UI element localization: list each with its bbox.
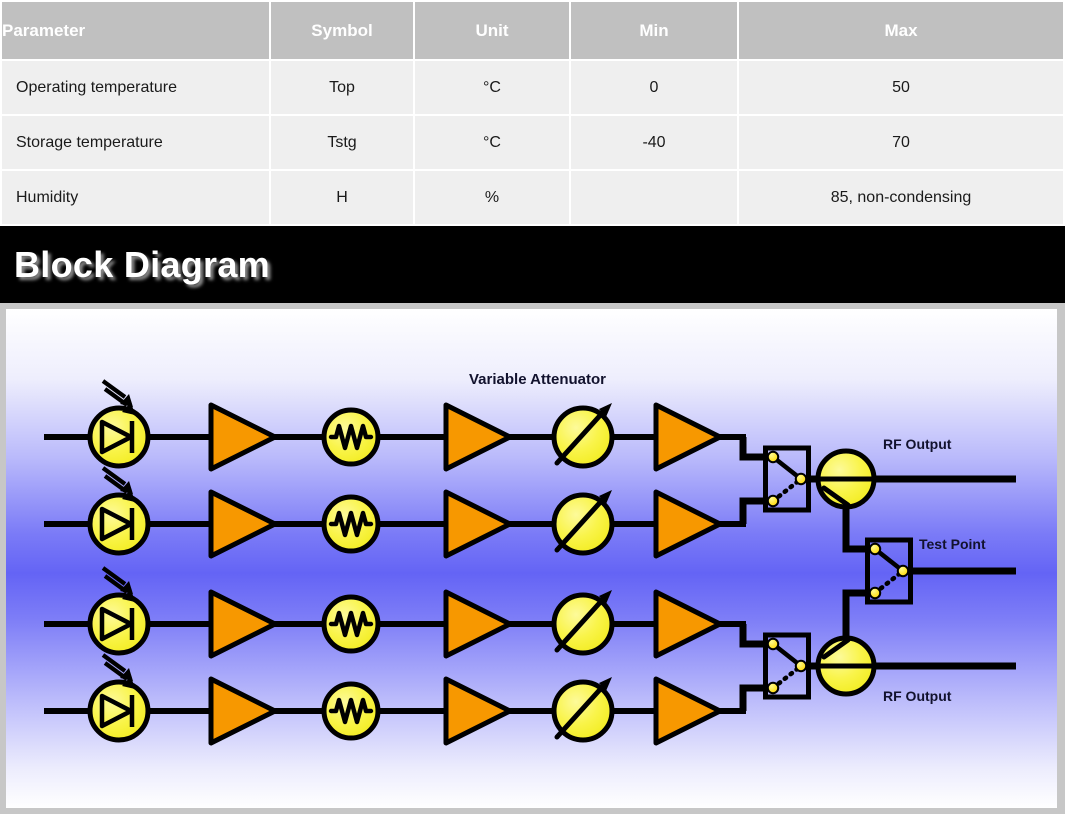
- filter-icon: [324, 684, 378, 738]
- cell-unit: °C: [415, 116, 569, 169]
- block-diagram-canvas: Variable Attenuator RF Output Test Point…: [6, 309, 1057, 808]
- splitter-bottom-icon: [818, 638, 874, 694]
- cell-parameter: Humidity: [2, 171, 269, 224]
- splitter-top-icon: [818, 451, 874, 507]
- cell-min: [571, 171, 737, 224]
- cell-unit: %: [415, 171, 569, 224]
- filter-icon: [324, 597, 378, 651]
- block-diagram-frame: Variable Attenuator RF Output Test Point…: [0, 303, 1065, 814]
- table-header-row: Parameter Symbol Unit Min Max: [2, 2, 1063, 59]
- cell-symbol: Tstg: [271, 116, 413, 169]
- cell-min: -40: [571, 116, 737, 169]
- cell-parameter: Storage temperature: [2, 116, 269, 169]
- table-row: Storage temperature Tstg °C -40 70: [2, 116, 1063, 169]
- column-header-min: Min: [571, 2, 737, 59]
- cell-min: 0: [571, 61, 737, 114]
- column-header-unit: Unit: [415, 2, 569, 59]
- column-header-max: Max: [739, 2, 1063, 59]
- cell-max: 85, non-condensing: [739, 171, 1063, 224]
- cell-parameter: Operating temperature: [2, 61, 269, 114]
- cell-max: 50: [739, 61, 1063, 114]
- cell-max: 70: [739, 116, 1063, 169]
- label-rf-output-bottom: RF Output: [883, 688, 952, 704]
- filter-icon: [324, 410, 378, 464]
- label-variable-attenuator: Variable Attenuator: [469, 371, 606, 388]
- column-header-parameter: Parameter: [2, 2, 269, 59]
- block-diagram-title-bar: Block Diagram: [0, 226, 1065, 303]
- cell-unit: °C: [415, 61, 569, 114]
- page-title: Block Diagram: [14, 243, 270, 285]
- table-row: Operating temperature Top °C 0 50: [2, 61, 1063, 114]
- label-test-point: Test Point: [919, 536, 986, 552]
- cell-symbol: H: [271, 171, 413, 224]
- label-rf-output-top: RF Output: [883, 436, 952, 452]
- cell-symbol: Top: [271, 61, 413, 114]
- specifications-table: Parameter Symbol Unit Min Max Operating …: [0, 0, 1065, 226]
- table-row: Humidity H % 85, non-condensing: [2, 171, 1063, 224]
- filter-icon: [324, 497, 378, 551]
- column-header-symbol: Symbol: [271, 2, 413, 59]
